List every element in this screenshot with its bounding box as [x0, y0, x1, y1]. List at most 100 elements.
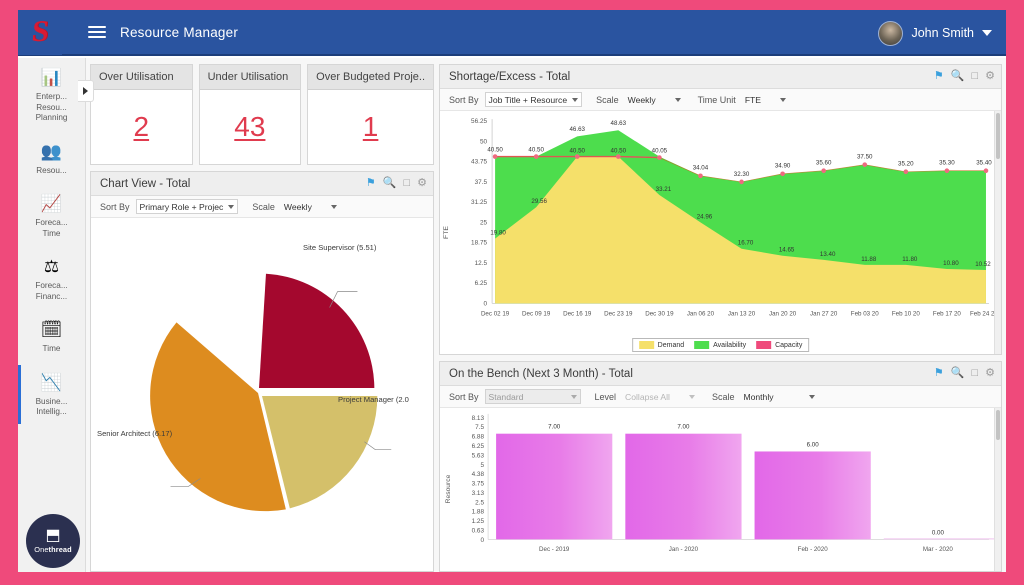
panel-toolbar: Sort By Standard Level Collapse All Scal… — [440, 386, 1001, 408]
svg-text:Jan 06 20: Jan 06 20 — [687, 310, 715, 317]
svg-text:16.70: 16.70 — [738, 240, 754, 247]
sidebar-item-label: Foreca... Financ... — [35, 281, 68, 301]
sidebar-item-label: Resou... — [36, 165, 67, 175]
sort-by-value: Primary Role + Projec — [139, 201, 224, 212]
sidebar-item-resource[interactable]: 👥 Resou... — [18, 132, 85, 185]
legend-item-capacity[interactable]: Capacity — [756, 341, 802, 349]
kpi-value[interactable]: 43 — [200, 90, 301, 164]
svg-text:35.40: 35.40 — [976, 160, 992, 167]
sidebar: 📊 Enterp... Resou... Planning 👥 Resou...… — [18, 58, 94, 572]
expand-sidebar-arrow-button[interactable] — [78, 80, 94, 102]
svg-text:Dec 16 19: Dec 16 19 — [563, 310, 592, 317]
svg-text:6.25: 6.25 — [472, 443, 485, 450]
search-icon[interactable]: 🔍 — [951, 368, 965, 379]
gear-icon[interactable]: ⚙ — [985, 71, 995, 82]
sort-by-select[interactable]: Standard — [484, 389, 581, 404]
kpi-value[interactable]: 2 — [91, 90, 192, 164]
svg-text:1.88: 1.88 — [472, 509, 485, 516]
level-select[interactable]: Collapse All — [622, 389, 698, 404]
svg-text:3.75: 3.75 — [472, 481, 485, 488]
hamburger-menu-icon[interactable] — [88, 23, 106, 41]
sort-by-select[interactable]: Job Title + Resource — [484, 92, 583, 107]
svg-text:50: 50 — [480, 138, 488, 145]
pie-chart-area: Site Supervisor (5.51) Project Manager (… — [91, 218, 433, 571]
panel-on-the-bench: On the Bench (Next 3 Month) - Total ⚑ 🔍 … — [439, 361, 1002, 572]
svg-text:11.88: 11.88 — [861, 256, 877, 263]
svg-text:Feb 10 20: Feb 10 20 — [892, 310, 920, 317]
sort-by-value: Standard — [488, 391, 524, 402]
kpi-card-under-utilisation: Under Utilisation 43 — [198, 64, 302, 165]
user-menu[interactable]: John Smith — [878, 10, 992, 56]
time-unit-select[interactable]: FTE — [742, 92, 789, 107]
level-label: Level — [594, 391, 617, 402]
dashboard-content: Over Utilisation 2 Under Utilisation 43 … — [86, 58, 1006, 572]
search-icon[interactable]: 🔍 — [383, 178, 397, 189]
svg-text:37.5: 37.5 — [475, 179, 488, 186]
panel-header: On the Bench (Next 3 Month) - Total ⚑ 🔍 … — [440, 362, 1001, 386]
minimize-icon[interactable]: □ — [971, 368, 978, 379]
panel-chart-view: Chart View - Total ⚑ 🔍 □ ⚙ Sort By Prima… — [90, 171, 434, 572]
minimize-icon[interactable]: □ — [971, 71, 978, 82]
kpi-title: Over Utilisation — [91, 65, 192, 90]
legend-label: Capacity — [775, 341, 803, 349]
svg-text:8.13: 8.13 — [472, 415, 485, 422]
svg-text:32.30: 32.30 — [734, 171, 750, 178]
kpi-title: Over Budgeted Proje.. — [308, 65, 433, 90]
svg-text:35.20: 35.20 — [898, 161, 914, 168]
avatar — [878, 20, 904, 46]
scale-select[interactable]: Monthly — [740, 389, 818, 404]
svg-text:Mar - 2020: Mar - 2020 — [923, 546, 954, 553]
svg-text:10.52: 10.52 — [975, 261, 991, 268]
sidebar-item-label: Time — [42, 344, 61, 353]
sidebar-item-forecast-financial[interactable]: ⚖ Foreca... Financ... — [18, 247, 85, 310]
onethread-logo-icon: ⬒ — [45, 527, 61, 544]
app-logo[interactable]: S — [18, 10, 62, 55]
chart-vertical-scrollbar[interactable] — [994, 111, 1001, 354]
search-icon[interactable]: 🔍 — [951, 71, 965, 82]
y-axis-title: FTE — [443, 226, 450, 239]
onethread-brand-badge[interactable]: ⬒ Onethread — [26, 514, 80, 568]
sort-by-select[interactable]: Primary Role + Projec — [135, 199, 239, 214]
svg-text:40.50: 40.50 — [528, 146, 544, 153]
bench-vertical-scrollbar[interactable] — [994, 408, 1001, 571]
svg-text:37.50: 37.50 — [857, 154, 873, 161]
svg-text:43.75: 43.75 — [471, 159, 487, 166]
pie-slice-site-supervisor[interactable] — [259, 273, 375, 389]
svg-text:Feb 17 20: Feb 17 20 — [933, 310, 961, 317]
scale-select[interactable]: Weekly — [281, 199, 340, 214]
svg-text:40.50: 40.50 — [487, 146, 503, 153]
legend-item-demand[interactable]: Demand — [638, 341, 685, 349]
legend-swatch-availability — [694, 341, 710, 349]
svg-text:Feb 03 20: Feb 03 20 — [851, 310, 879, 317]
bar-jan-2020[interactable] — [625, 433, 742, 540]
bar-mar-2020[interactable] — [883, 538, 1000, 540]
legend-label: Demand — [657, 341, 685, 349]
svg-text:24.96: 24.96 — [697, 213, 713, 220]
svg-text:7.00: 7.00 — [548, 424, 561, 431]
filter-icon[interactable]: ⚑ — [366, 178, 376, 189]
svg-text:0: 0 — [481, 537, 485, 544]
x-axis-ticks: Dec 02 19 Dec 09 19 Dec 16 19 Dec 23 19 … — [481, 310, 998, 317]
application-window: S Resource Manager John Smith 📊 Enterp..… — [18, 10, 1006, 572]
scale-select[interactable]: Weekly — [625, 92, 684, 107]
minimize-icon[interactable]: □ — [403, 178, 410, 189]
filter-icon[interactable]: ⚑ — [934, 368, 944, 379]
bar-dec-2019[interactable] — [496, 433, 613, 540]
filter-icon[interactable]: ⚑ — [934, 71, 944, 82]
legend-item-availability[interactable]: Availability — [694, 341, 746, 349]
svg-text:6.25: 6.25 — [475, 280, 488, 287]
chevron-down-icon — [982, 30, 992, 36]
kpi-value[interactable]: 1 — [308, 90, 433, 164]
bar-chart-area: Resource 8.13 7.5 6.88 6.25 5.63 5 4.38 — [440, 408, 1001, 571]
gear-icon[interactable]: ⚙ — [417, 178, 427, 189]
scale-value: Monthly — [743, 391, 774, 402]
svg-text:4.38: 4.38 — [472, 471, 485, 478]
sidebar-item-business-intelligence[interactable]: 📉 Busine... Intellig... — [18, 363, 85, 426]
scale-label: Scale — [596, 94, 619, 105]
sidebar-item-time[interactable]: 🗓 Time — [18, 310, 85, 363]
sidebar-item-enterprise-resource-planning[interactable]: 📊 Enterp... Resou... Planning — [18, 58, 85, 132]
gear-icon[interactable]: ⚙ — [985, 368, 995, 379]
bar-feb-2020[interactable] — [754, 451, 871, 540]
sidebar-item-forecast-time[interactable]: 📈 Foreca... Time — [18, 184, 85, 247]
sort-by-label: Sort By — [100, 201, 130, 212]
